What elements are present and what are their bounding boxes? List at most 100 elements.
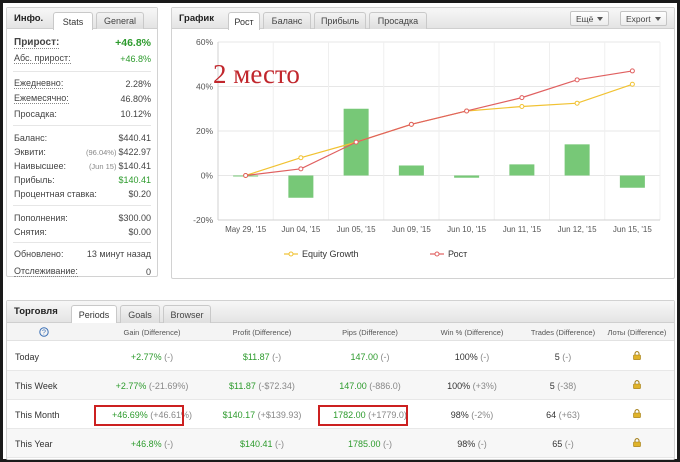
series-point xyxy=(243,173,249,178)
cell-trades: 5 (-) xyxy=(518,352,608,362)
x-tick-label: Jun 12, '15 xyxy=(558,225,597,234)
y-tick-label: -20% xyxy=(193,215,213,225)
tab-periods[interactable]: Periods xyxy=(71,305,117,324)
lock-icon[interactable] xyxy=(633,438,641,447)
cell-pips: 147.00 (-) xyxy=(325,352,415,362)
tab-goals[interactable]: Goals xyxy=(120,305,160,323)
header-lots[interactable]: Лоты (Difference) xyxy=(597,328,677,337)
tab-browser[interactable]: Browser xyxy=(163,305,211,323)
drawdown-label: Просадка: xyxy=(14,108,57,119)
header-pips[interactable]: Pips (Difference) xyxy=(325,328,415,337)
gain-difference: (-) xyxy=(161,352,174,362)
trades-value: 64 xyxy=(546,410,557,420)
series-point xyxy=(519,95,525,101)
cell-win: 100% (-) xyxy=(427,352,517,362)
deposits-row: Пополнения: $300.00 xyxy=(14,211,151,224)
trades-difference: (+63) xyxy=(556,410,580,420)
drawdown-row: Просадка: 10.12% xyxy=(14,107,151,120)
page: Инфо. Stats General Прирост: +46.8% Абс.… xyxy=(3,3,677,460)
interest-value: $0.20 xyxy=(128,188,151,199)
header-trades[interactable]: Trades (Difference) xyxy=(518,328,608,337)
series-point xyxy=(629,68,635,74)
monthly-value: 46.80% xyxy=(120,93,151,104)
cell-win: 100% (+3%) xyxy=(427,381,517,391)
interest-label: Процентная ставка: xyxy=(14,188,97,199)
gain-difference: (-21.69%) xyxy=(146,381,189,391)
gain-value: +46.8% xyxy=(130,439,162,449)
series-point xyxy=(574,100,580,106)
win-difference: (-) xyxy=(477,352,490,362)
legend-label: Рост xyxy=(448,249,467,259)
cell-profit: $140.17 (+$139.93) xyxy=(217,410,307,420)
profit-difference: (-) xyxy=(269,352,282,362)
profit-difference: (+$139.93) xyxy=(255,410,302,420)
legend-marker xyxy=(434,251,440,257)
pips-value: 147.00 xyxy=(350,352,379,362)
daily-row: Ежедневно: 2.28% xyxy=(14,77,151,90)
equity-label: Эквити: xyxy=(14,146,46,157)
x-tick-label: May 29, '15 xyxy=(225,225,267,234)
profit-difference: (-) xyxy=(272,439,285,449)
legend-label: Equity Growth xyxy=(302,249,359,259)
trades-difference: (-) xyxy=(559,352,572,362)
chevron-down-icon xyxy=(597,16,604,21)
lock-icon[interactable] xyxy=(633,351,641,360)
withdrawals-label: Снятия: xyxy=(14,226,47,237)
help-icon[interactable]: ? xyxy=(39,327,49,337)
highlight-pips-box xyxy=(318,405,408,426)
divider xyxy=(13,71,151,72)
profit-value: $140.41 xyxy=(118,174,151,185)
overlay-place-label: 2 место xyxy=(213,59,300,89)
tab-drawdown[interactable]: Просадка xyxy=(369,12,427,29)
export-label: Export xyxy=(626,13,651,24)
x-tick-label: Jun 11, '15 xyxy=(503,225,542,234)
pips-difference: (-) xyxy=(380,439,393,449)
profit-difference: (-$72.34) xyxy=(255,381,295,391)
updated-row: Обновлено: 13 минут назад xyxy=(14,247,151,260)
info-header: Инфо. Stats General xyxy=(7,8,157,30)
cell-profit: $140.41 (-) xyxy=(217,439,307,449)
win-value: 100% xyxy=(454,352,478,362)
bar xyxy=(288,175,314,198)
abs-growth-label[interactable]: Абс. прирост: xyxy=(14,53,71,64)
win-value: 98% xyxy=(457,439,476,449)
tab-balance[interactable]: Баланс xyxy=(263,12,311,29)
cell-trades: 65 (-) xyxy=(518,439,608,449)
lock-icon[interactable] xyxy=(633,409,641,418)
cell-gain: +2.77% (-21.69%) xyxy=(107,381,197,391)
interest-row: Процентная ставка: $0.20 xyxy=(14,187,151,200)
tab-profit[interactable]: Прибыль xyxy=(314,12,366,29)
series-point xyxy=(298,155,304,161)
daily-label[interactable]: Ежедневно: xyxy=(14,78,64,89)
gain-value: +2.77% xyxy=(130,352,162,362)
export-dropdown[interactable]: Export xyxy=(620,11,667,26)
table-row: This Year +46.8% (-) $140.41 (-) 1785.00 (-… xyxy=(7,429,674,458)
tracking-row: Отслеживание: 0 xyxy=(14,265,151,278)
lock-icon[interactable] xyxy=(633,380,641,389)
trades-difference: (-38) xyxy=(554,381,577,391)
highest-label: Наивысшее: xyxy=(14,160,67,171)
win-value: 98% xyxy=(450,410,469,420)
cell-pips: 1785.00 (-) xyxy=(325,439,415,449)
divider xyxy=(13,242,151,243)
daily-value: 2.28% xyxy=(125,78,151,89)
tab-stats[interactable]: Stats xyxy=(53,12,93,30)
growth-value: +46.8% xyxy=(115,37,151,49)
tab-growth[interactable]: Рост xyxy=(228,12,260,30)
more-dropdown[interactable]: Ещё xyxy=(570,11,610,26)
tracking-label[interactable]: Отслеживание: xyxy=(14,266,78,277)
row-period-name: This Week xyxy=(15,381,58,391)
series-point xyxy=(298,166,304,172)
legend-marker xyxy=(288,251,294,257)
y-tick-label: 0% xyxy=(201,171,214,181)
header-profit[interactable]: Profit (Difference) xyxy=(217,328,307,337)
series-point xyxy=(353,139,359,145)
header-win[interactable]: Win % (Difference) xyxy=(427,328,517,337)
monthly-label[interactable]: Ежемесячно: xyxy=(14,93,69,104)
series-point xyxy=(408,121,414,127)
header-gain[interactable]: Gain (Difference) xyxy=(107,328,197,337)
series-point xyxy=(574,77,580,83)
growth-label[interactable]: Прирост: xyxy=(14,37,60,49)
highest-value: $140.41 xyxy=(118,160,151,171)
tab-general[interactable]: General xyxy=(96,12,144,29)
